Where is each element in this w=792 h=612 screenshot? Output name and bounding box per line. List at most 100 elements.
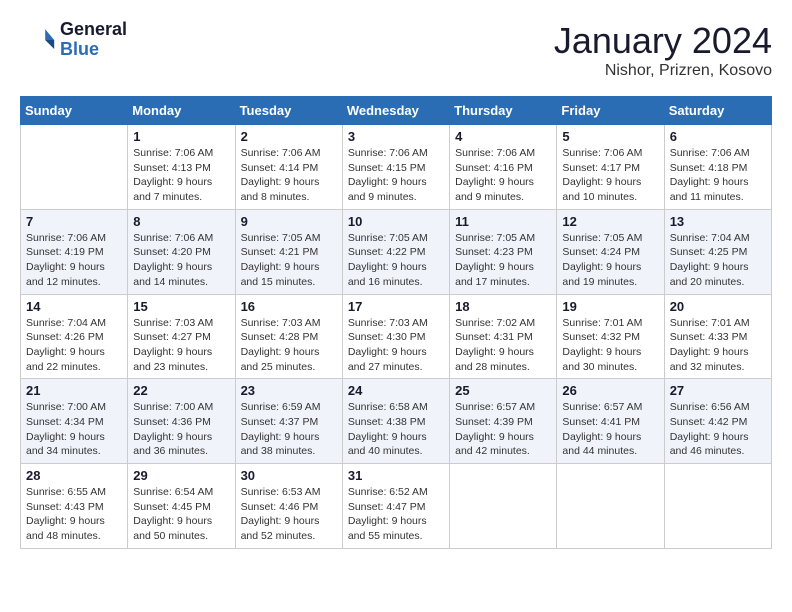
calendar-cell: 3 Sunrise: 7:06 AM Sunset: 4:15 PM Daylig… (342, 125, 449, 210)
calendar-cell: 8Sunrise: 7:06 AM Sunset: 4:20 PM Daylig… (128, 209, 235, 294)
calendar-cell: 29 Sunrise: 6:54 AM Sunset: 4:45 PM Dayli… (128, 464, 235, 549)
day-header-wednesday: Wednesday (342, 97, 449, 125)
calendar-cell: 30Sunrise: 6:53 AM Sunset: 4:46 PM Dayli… (235, 464, 342, 549)
logo-text: General Blue (60, 20, 127, 60)
day-number: 19 (562, 299, 658, 314)
day-info: Sunrise: 7:06 AM Sunset: 4:17 PM Dayligh… (562, 146, 658, 205)
day-info: Sunrise: 7:06 AM Sunset: 4:13 PM Dayligh… (133, 146, 229, 205)
day-number: 8 (133, 214, 229, 229)
calendar-cell: 9Sunrise: 7:05 AM Sunset: 4:21 PM Daylig… (235, 209, 342, 294)
calendar-cell: 20 Sunrise: 7:01 AM Sunset: 4:33 PM Dayli… (664, 294, 771, 379)
calendar-week-row: 1 Sunrise: 7:06 AM Sunset: 4:13 PM Daylig… (21, 125, 772, 210)
calendar-cell: 25 Sunrise: 6:57 AM Sunset: 4:39 PM Dayli… (450, 379, 557, 464)
day-number: 3 (348, 129, 444, 144)
calendar-cell: 16 Sunrise: 7:03 AM Sunset: 4:28 PM Dayli… (235, 294, 342, 379)
location-title: Nishor, Prizren, Kosovo (554, 62, 772, 80)
calendar-cell: 31 Sunrise: 6:52 AM Sunset: 4:47 PM Dayli… (342, 464, 449, 549)
title-block: January 2024 Nishor, Prizren, Kosovo (554, 20, 772, 80)
day-number: 1 (133, 129, 229, 144)
day-number: 4 (455, 129, 551, 144)
calendar-cell: 17 Sunrise: 7:03 AM Sunset: 4:30 PM Dayli… (342, 294, 449, 379)
calendar-week-row: 14Sunrise: 7:04 AM Sunset: 4:26 PM Dayli… (21, 294, 772, 379)
day-info: Sunrise: 6:57 AM Sunset: 4:39 PM Dayligh… (455, 400, 551, 459)
calendar-table: SundayMondayTuesdayWednesdayThursdayFrid… (20, 96, 772, 549)
calendar-cell (664, 464, 771, 549)
calendar-cell: 22 Sunrise: 7:00 AM Sunset: 4:36 PM Dayli… (128, 379, 235, 464)
day-info: Sunrise: 7:05 AM Sunset: 4:23 PM Dayligh… (455, 231, 551, 290)
day-number: 10 (348, 214, 444, 229)
day-info: Sunrise: 7:06 AM Sunset: 4:18 PM Dayligh… (670, 146, 766, 205)
day-info: Sunrise: 7:02 AM Sunset: 4:31 PM Dayligh… (455, 316, 551, 375)
day-number: 22 (133, 383, 229, 398)
calendar-header-row: SundayMondayTuesdayWednesdayThursdayFrid… (21, 97, 772, 125)
day-info: Sunrise: 7:03 AM Sunset: 4:30 PM Dayligh… (348, 316, 444, 375)
day-info: Sunrise: 6:58 AM Sunset: 4:38 PM Dayligh… (348, 400, 444, 459)
calendar-cell: 14Sunrise: 7:04 AM Sunset: 4:26 PM Dayli… (21, 294, 128, 379)
day-info: Sunrise: 6:52 AM Sunset: 4:47 PM Dayligh… (348, 485, 444, 544)
calendar-cell: 26Sunrise: 6:57 AM Sunset: 4:41 PM Dayli… (557, 379, 664, 464)
calendar-cell (450, 464, 557, 549)
day-number: 2 (241, 129, 337, 144)
calendar-cell: 1 Sunrise: 7:06 AM Sunset: 4:13 PM Daylig… (128, 125, 235, 210)
day-info: Sunrise: 7:06 AM Sunset: 4:14 PM Dayligh… (241, 146, 337, 205)
day-number: 5 (562, 129, 658, 144)
day-info: Sunrise: 6:57 AM Sunset: 4:41 PM Dayligh… (562, 400, 658, 459)
calendar-week-row: 28Sunrise: 6:55 AM Sunset: 4:43 PM Dayli… (21, 464, 772, 549)
logo: General Blue (20, 20, 127, 60)
day-number: 16 (241, 299, 337, 314)
day-header-monday: Monday (128, 97, 235, 125)
day-header-saturday: Saturday (664, 97, 771, 125)
day-info: Sunrise: 7:01 AM Sunset: 4:33 PM Dayligh… (670, 316, 766, 375)
day-info: Sunrise: 7:00 AM Sunset: 4:36 PM Dayligh… (133, 400, 229, 459)
calendar-cell: 18 Sunrise: 7:02 AM Sunset: 4:31 PM Dayli… (450, 294, 557, 379)
calendar-cell: 7Sunrise: 7:06 AM Sunset: 4:19 PM Daylig… (21, 209, 128, 294)
day-number: 21 (26, 383, 122, 398)
calendar-cell: 12Sunrise: 7:05 AM Sunset: 4:24 PM Dayli… (557, 209, 664, 294)
calendar-cell: 24 Sunrise: 6:58 AM Sunset: 4:38 PM Dayli… (342, 379, 449, 464)
day-info: Sunrise: 7:06 AM Sunset: 4:19 PM Dayligh… (26, 231, 122, 290)
day-info: Sunrise: 7:01 AM Sunset: 4:32 PM Dayligh… (562, 316, 658, 375)
calendar-cell: 27 Sunrise: 6:56 AM Sunset: 4:42 PM Dayli… (664, 379, 771, 464)
day-info: Sunrise: 7:06 AM Sunset: 4:15 PM Dayligh… (348, 146, 444, 205)
day-number: 18 (455, 299, 551, 314)
day-info: Sunrise: 6:59 AM Sunset: 4:37 PM Dayligh… (241, 400, 337, 459)
day-number: 17 (348, 299, 444, 314)
day-header-sunday: Sunday (21, 97, 128, 125)
day-info: Sunrise: 7:06 AM Sunset: 4:16 PM Dayligh… (455, 146, 551, 205)
month-title: January 2024 (554, 20, 772, 62)
day-header-thursday: Thursday (450, 97, 557, 125)
day-number: 29 (133, 468, 229, 483)
calendar-week-row: 7Sunrise: 7:06 AM Sunset: 4:19 PM Daylig… (21, 209, 772, 294)
page-header: General Blue January 2024 Nishor, Prizre… (20, 20, 772, 80)
day-info: Sunrise: 6:56 AM Sunset: 4:42 PM Dayligh… (670, 400, 766, 459)
day-info: Sunrise: 6:53 AM Sunset: 4:46 PM Dayligh… (241, 485, 337, 544)
calendar-cell: 23 Sunrise: 6:59 AM Sunset: 4:37 PM Dayli… (235, 379, 342, 464)
calendar-cell (557, 464, 664, 549)
day-number: 6 (670, 129, 766, 144)
day-info: Sunrise: 6:55 AM Sunset: 4:43 PM Dayligh… (26, 485, 122, 544)
day-number: 13 (670, 214, 766, 229)
day-info: Sunrise: 7:04 AM Sunset: 4:26 PM Dayligh… (26, 316, 122, 375)
day-info: Sunrise: 7:00 AM Sunset: 4:34 PM Dayligh… (26, 400, 122, 459)
day-number: 20 (670, 299, 766, 314)
day-number: 15 (133, 299, 229, 314)
day-number: 31 (348, 468, 444, 483)
day-info: Sunrise: 7:03 AM Sunset: 4:27 PM Dayligh… (133, 316, 229, 375)
day-number: 12 (562, 214, 658, 229)
day-number: 23 (241, 383, 337, 398)
day-number: 9 (241, 214, 337, 229)
calendar-cell: 21 Sunrise: 7:00 AM Sunset: 4:34 PM Dayli… (21, 379, 128, 464)
calendar-cell: 10Sunrise: 7:05 AM Sunset: 4:22 PM Dayli… (342, 209, 449, 294)
calendar-cell: 11 Sunrise: 7:05 AM Sunset: 4:23 PM Dayli… (450, 209, 557, 294)
day-number: 25 (455, 383, 551, 398)
calendar-cell: 6 Sunrise: 7:06 AM Sunset: 4:18 PM Daylig… (664, 125, 771, 210)
day-number: 24 (348, 383, 444, 398)
day-number: 11 (455, 214, 551, 229)
logo-icon (20, 22, 56, 58)
day-header-friday: Friday (557, 97, 664, 125)
day-info: Sunrise: 6:54 AM Sunset: 4:45 PM Dayligh… (133, 485, 229, 544)
day-info: Sunrise: 7:03 AM Sunset: 4:28 PM Dayligh… (241, 316, 337, 375)
calendar-cell: 4 Sunrise: 7:06 AM Sunset: 4:16 PM Daylig… (450, 125, 557, 210)
calendar-cell: 2 Sunrise: 7:06 AM Sunset: 4:14 PM Daylig… (235, 125, 342, 210)
day-number: 27 (670, 383, 766, 398)
